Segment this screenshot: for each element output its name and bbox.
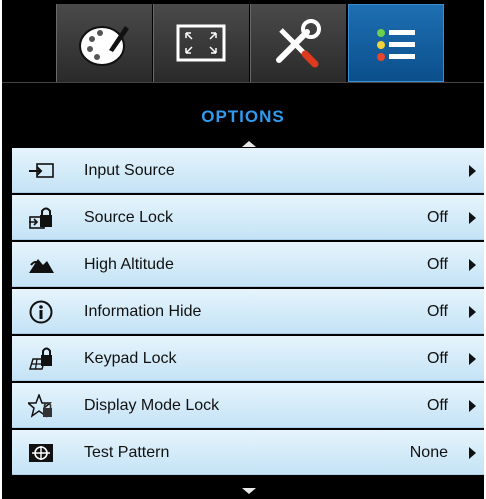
scroll-up-arrow-icon[interactable] (242, 141, 256, 147)
osd-menu: OPTIONS Input Source Source Lock Off Hig… (2, 0, 484, 499)
chevron-right-icon (469, 400, 476, 412)
menu-item-value: Off (426, 256, 448, 273)
palette-icon (79, 26, 129, 66)
menu-item-input-source[interactable]: Input Source (12, 148, 484, 193)
menu-item-label: Keypad Lock (84, 350, 177, 367)
information-icon (29, 300, 53, 324)
chevron-right-icon (469, 165, 476, 177)
menu-item-value: Off (426, 350, 448, 367)
display-mode-lock-icon (28, 394, 53, 418)
tab-setup[interactable] (250, 4, 346, 82)
menu-item-label: Test Pattern (84, 444, 170, 461)
display-resize-icon (176, 24, 226, 62)
menu-item-source-lock[interactable]: Source Lock Off (12, 195, 484, 240)
menu-item-display-mode-lock[interactable]: Display Mode Lock Off (12, 383, 484, 428)
menu-item-label: Source Lock (84, 209, 173, 226)
menu-item-value: Off (426, 303, 448, 320)
options-list-icon (377, 29, 415, 61)
keypad-lock-icon (29, 347, 52, 370)
input-source-icon (29, 163, 54, 178)
tab-display[interactable] (56, 4, 152, 82)
menu-header: OPTIONS (2, 83, 484, 143)
scroll-down-arrow-icon[interactable] (242, 488, 256, 494)
tab-strip (2, 0, 484, 82)
high-altitude-icon (29, 259, 54, 273)
menu-item-keypad-lock[interactable]: Keypad Lock Off (12, 336, 484, 381)
tools-icon (276, 19, 321, 68)
menu-item-value: Off (426, 209, 448, 226)
menu-item-value: Off (426, 397, 448, 414)
menu-item-label: High Altitude (84, 256, 174, 273)
menu-item-information-hide[interactable]: Information Hide Off (12, 289, 484, 334)
menu-item-label: Information Hide (84, 303, 202, 320)
menu-item-high-altitude[interactable]: High Altitude Off (12, 242, 484, 287)
tab-options[interactable] (348, 4, 444, 82)
chevron-right-icon (469, 259, 476, 271)
menu-item-test-pattern[interactable]: Test Pattern None (12, 430, 484, 475)
tab-image[interactable] (153, 4, 249, 82)
source-lock-icon (29, 207, 52, 229)
menu-item-label: Input Source (84, 162, 175, 179)
menu-title: OPTIONS (201, 107, 285, 126)
chevron-right-icon (469, 353, 476, 365)
chevron-right-icon (469, 447, 476, 459)
test-pattern-icon (29, 444, 53, 462)
menu-item-label: Display Mode Lock (84, 397, 220, 414)
options-list: Input Source Source Lock Off High Altitu… (12, 148, 484, 477)
chevron-right-icon (469, 212, 476, 224)
menu-item-value: None (409, 444, 448, 461)
chevron-right-icon (469, 306, 476, 318)
